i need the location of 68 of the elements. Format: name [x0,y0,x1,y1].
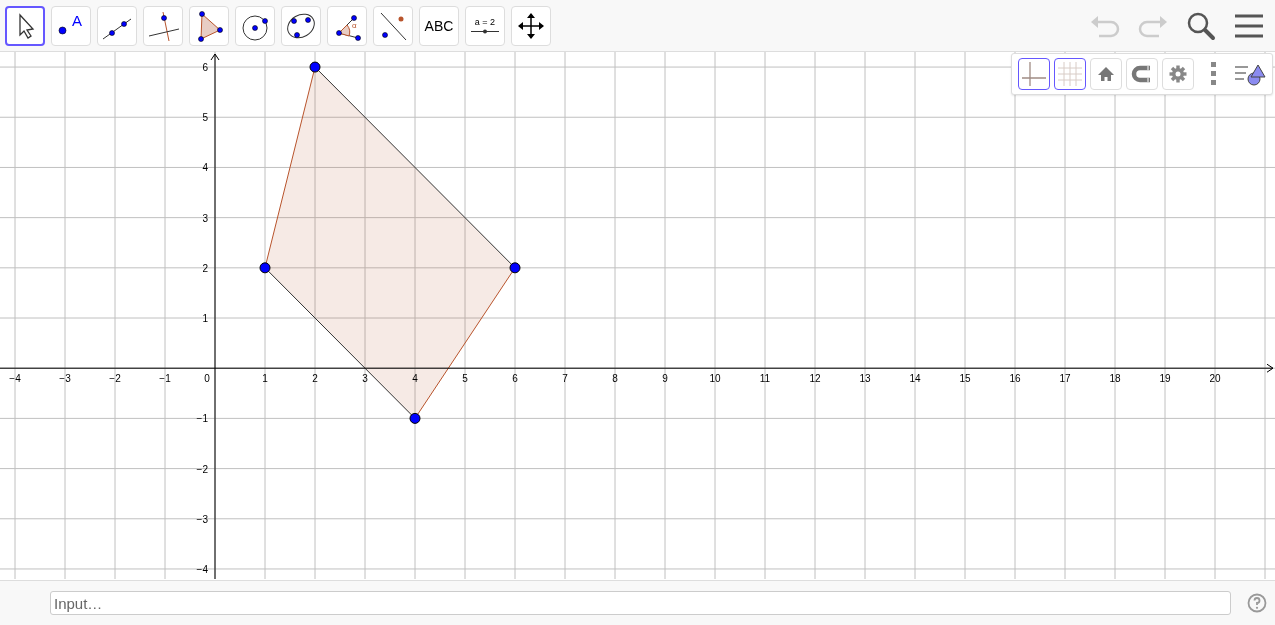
circle-tool-button[interactable] [235,5,275,46]
conic-tool-button[interactable] [281,5,321,46]
slider-icon [471,29,499,34]
grid-icon [1056,60,1084,88]
y-tick-label: −4 [196,563,208,575]
x-tick-label: 4 [412,373,418,385]
line-tool-button[interactable] [97,5,137,46]
undo-icon [1089,13,1121,38]
x-tick-label: 9 [662,373,668,385]
x-tick-label: 12 [809,373,821,385]
x-tick-label: 20 [1209,373,1221,385]
help-icon[interactable] [1247,593,1267,613]
origin-label: 0 [204,373,210,385]
x-tick-label: −2 [109,373,121,385]
home-toggle-button[interactable] [1090,58,1122,90]
x-tick-label: −3 [59,373,71,385]
angle-tool-button[interactable]: α [327,5,367,46]
y-tick-label: 4 [202,162,208,174]
x-tick-label: 8 [612,373,618,385]
x-tick-label: −4 [9,373,21,385]
x-tick-label: 17 [1059,373,1071,385]
redo-icon [1137,13,1169,38]
y-tick-label: −2 [196,463,208,475]
grid-toggle-button[interactable] [1054,58,1086,90]
x-tick-label: 13 [859,373,871,385]
settings-icon [1168,64,1188,84]
x-tick-label: −1 [159,373,171,385]
x-tick-label: 10 [709,373,721,385]
more-icon [1211,62,1217,86]
point-tool-button[interactable]: A [51,5,91,46]
point[interactable] [259,262,271,274]
y-tick-label: 1 [202,313,208,324]
reflect-tool-button[interactable] [373,5,413,46]
move-tool-button[interactable] [5,5,45,46]
y-tick-label: −1 [196,413,208,425]
point[interactable] [409,412,421,424]
menu-icon [1234,12,1264,39]
y-tick-label: 2 [202,262,208,274]
text-tool-button[interactable]: ABC [419,5,459,46]
x-tick-label: 1 [262,373,268,385]
point[interactable] [309,61,321,73]
x-tick-label: 14 [909,373,921,385]
x-tick-label: 19 [1159,373,1171,385]
pan-tool-button[interactable] [511,5,551,46]
y-tick-label: 6 [202,62,208,74]
input-field[interactable]: Input… [50,591,1231,615]
y-tick-label: 3 [202,212,208,224]
axes-toggle-button[interactable] [1018,58,1050,90]
perpendicular-tool-button[interactable] [143,5,183,46]
x-tick-label: 3 [362,373,368,385]
magnet-toggle-button[interactable] [1126,58,1158,90]
x-tick-label: 18 [1109,373,1121,385]
x-tick-label: 15 [959,373,971,385]
polygon-tool-button[interactable] [189,5,229,46]
x-tick-label: 6 [512,373,518,385]
home-icon [1096,64,1116,84]
slider-tool-button[interactable]: a = 2 [465,5,505,46]
x-tick-label: 16 [1009,373,1021,385]
y-tick-label: −3 [196,513,208,525]
x-tick-label: 2 [312,373,318,385]
settings-toggle-button[interactable] [1162,58,1194,90]
point-icon [58,25,67,35]
x-tick-label: 11 [759,373,771,385]
y-tick-label: 5 [202,112,208,124]
point[interactable] [509,262,521,274]
x-tick-label: 7 [562,373,568,385]
x-tick-label: 5 [462,373,468,385]
axes-icon [1020,60,1048,88]
